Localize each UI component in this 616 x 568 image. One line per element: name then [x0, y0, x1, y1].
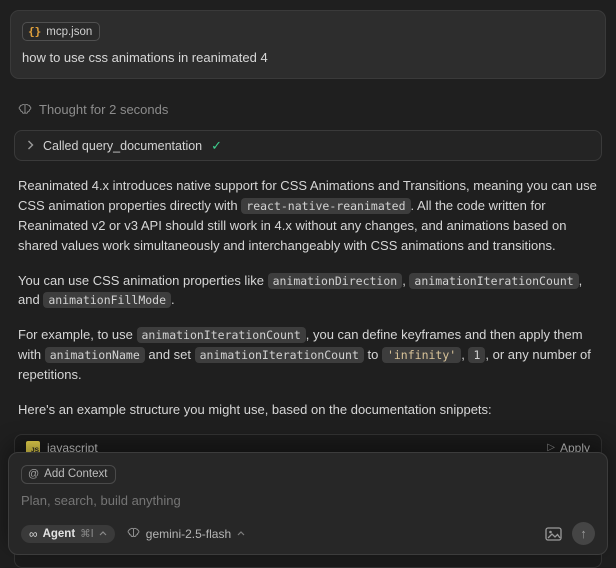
model-selector[interactable]: gemini-2.5-flash [127, 527, 245, 541]
inline-code: 1 [468, 347, 485, 363]
add-context-button[interactable]: @ Add Context [21, 465, 116, 484]
answer-paragraph: Here's an example structure you might us… [18, 400, 598, 420]
brain-icon [127, 527, 140, 540]
send-button[interactable]: ↑ [572, 522, 595, 545]
context-file-name: mcp.json [46, 26, 92, 38]
mode-label: Agent [43, 528, 76, 540]
thought-row[interactable]: Thought for 2 seconds [18, 102, 598, 117]
answer-paragraph: You can use CSS animation properties lik… [18, 271, 598, 311]
mode-selector[interactable]: ∞ Agent ⌘I [21, 525, 115, 543]
thought-duration-label: Thought for 2 seconds [39, 102, 168, 117]
chevron-up-icon [237, 531, 245, 536]
answer-paragraph: Reanimated 4.x introduces native support… [18, 176, 598, 256]
check-icon: ✓ [211, 138, 222, 154]
brain-icon [18, 103, 32, 117]
user-message-bubble: {} mcp.json how to use css animations in… [10, 10, 606, 79]
prompt-input[interactable]: Plan, search, build anything [21, 493, 595, 508]
chevron-right-icon [27, 139, 34, 153]
tool-call-label: Called query_documentation [43, 139, 202, 153]
json-braces-icon: {} [28, 25, 41, 38]
inline-code: animationIterationCount [409, 273, 578, 289]
at-icon: @ [28, 468, 39, 480]
inline-code: animationName [45, 347, 145, 363]
tool-call-row[interactable]: Called query_documentation ✓ [14, 130, 602, 161]
chevron-up-icon [99, 531, 107, 536]
infinity-icon: ∞ [29, 528, 38, 540]
composer: @ Add Context Plan, search, build anythi… [8, 452, 608, 555]
composer-actions: ↑ [545, 522, 595, 545]
inline-code: 'infinity' [382, 347, 461, 363]
add-context-label: Add Context [44, 468, 107, 480]
composer-toolbar: ∞ Agent ⌘I gemini-2.5-flash ↑ [21, 522, 595, 545]
answer-paragraphs: Reanimated 4.x introduces native support… [18, 176, 598, 420]
image-attach-icon[interactable] [545, 527, 562, 541]
context-file-chip[interactable]: {} mcp.json [22, 22, 100, 41]
inline-code: animationFillMode [43, 292, 171, 308]
inline-code: react-native-reanimated [241, 198, 410, 214]
inline-code: animationIterationCount [195, 347, 364, 363]
arrow-up-icon: ↑ [580, 527, 587, 540]
user-message-text: how to use css animations in reanimated … [22, 50, 594, 65]
inline-code: animationDirection [268, 273, 403, 289]
inline-code: animationIterationCount [137, 327, 306, 343]
answer-paragraph: For example, to use animationIterationCo… [18, 325, 598, 385]
model-name-label: gemini-2.5-flash [146, 527, 231, 541]
mode-shortcut: ⌘I [80, 528, 94, 540]
